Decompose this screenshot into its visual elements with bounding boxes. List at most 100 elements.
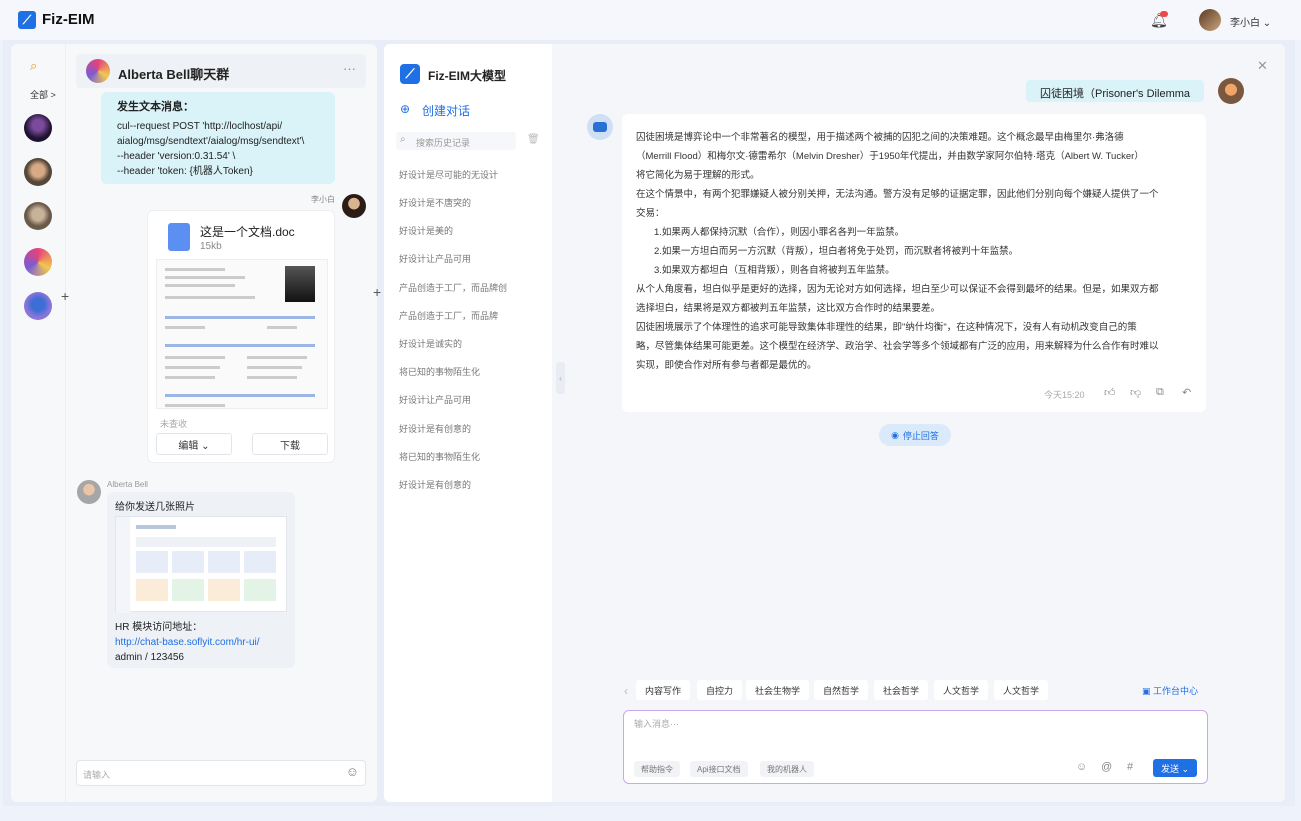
history-item[interactable]: 好设计是不唐突的 [399, 196, 471, 209]
prompt-chip[interactable]: 人文哲学 [994, 680, 1049, 700]
more-icon[interactable]: ··· [343, 61, 356, 76]
close-icon[interactable]: ✕ [1257, 58, 1268, 74]
history-item[interactable]: 好设计是诚实的 [399, 337, 462, 350]
send-button[interactable]: 发送 ⌄ [1153, 759, 1197, 777]
message-composer[interactable]: 输入消息··· 帮助指令 Api接口文档 我的机器人 ☺ @ # 发送 ⌄ [623, 710, 1208, 784]
help-commands-chip[interactable]: 帮助指令 [634, 761, 680, 777]
history-item[interactable]: 将已知的事物陌生化 [399, 365, 480, 378]
history-item[interactable]: 将已知的事物陌生化 [399, 450, 480, 463]
ai-title: Fiz-EIM大模型 [428, 69, 506, 83]
notification-dot [1160, 11, 1168, 17]
workbench-label: 工作台中心 [1153, 686, 1199, 696]
trash-icon[interactable]: 🗑︎ [527, 134, 540, 145]
contact-avatar[interactable] [24, 158, 52, 186]
prompt-chip[interactable]: 自然哲学 [814, 680, 869, 700]
prompt-chip[interactable]: 内容写作 [636, 680, 691, 700]
thumbs-up-icon[interactable]: 👍︎ [1104, 386, 1116, 399]
chat-title: Alberta Bell聊天群 [118, 67, 230, 82]
image-caption: 给你发送几张照片 [115, 502, 195, 513]
history-item[interactable]: 好设计是尽可能的无设计 [399, 168, 498, 181]
chevron-left-icon[interactable]: ‹ [624, 684, 628, 698]
thumb-sidebar [116, 517, 130, 613]
avatar[interactable] [77, 480, 101, 504]
preview-line [165, 344, 315, 347]
thumb-card [244, 551, 276, 573]
prompt-chip[interactable]: 社会哲学 [874, 680, 929, 700]
preview-line [165, 296, 255, 299]
hr-link[interactable]: http://chat-base.soflyit.com/hr-ui/ [115, 635, 260, 650]
thumb-card [244, 579, 276, 601]
history-item[interactable]: 好设计让产品可用 [399, 252, 471, 265]
mention-icon[interactable]: @ [1101, 761, 1112, 773]
prompt-chip[interactable]: 社会生物学 [746, 680, 810, 700]
stop-answer-button[interactable]: ◉ 停止回答 [879, 424, 951, 446]
code-line: --header 'version:0.31.54' \ [117, 151, 236, 162]
answer-line: 2.如果一方坦白而另一方沉默（背叛），坦白者将免于处罚，而沉默者将被判十年监禁。 [654, 246, 1019, 257]
history-item[interactable]: 好设计是美的 [399, 224, 453, 237]
contact-avatar[interactable] [24, 202, 52, 230]
my-bots-chip[interactable]: 我的机器人 [760, 761, 814, 777]
answer-line: 从个人角度看，坦白似乎是更好的选择，因为无论对方如何选择，坦白至少可以保证不会得… [636, 284, 1159, 295]
resize-handle-icon[interactable]: + [373, 284, 381, 300]
stop-icon: ◉ [891, 429, 899, 440]
user-menu[interactable]: 李小白 ⌄ [1230, 14, 1271, 29]
hashtag-icon[interactable]: # [1127, 761, 1133, 773]
filter-all[interactable]: 全部 > [30, 88, 56, 101]
workbench-link[interactable]: ▣ 工作台中心 [1142, 684, 1198, 697]
history-search-placeholder: 搜索历史记录 [416, 138, 471, 148]
collapse-toggle[interactable]: ‹ [556, 362, 565, 394]
compose-placeholder: 输入消息··· [634, 719, 679, 729]
download-button[interactable]: 下载 [252, 433, 328, 455]
chat-input[interactable]: 请输入 ☺ [76, 760, 366, 786]
edit-button[interactable]: 编辑 ⌄ [156, 433, 232, 455]
answer-line: 交易： [636, 208, 665, 219]
plus-icon[interactable]: ⊕ [400, 102, 410, 116]
workspace: ⌕ 全部 > + Alberta Bell聊天群 ··· 发生文本消息： cul… [3, 40, 1295, 806]
thumb-row [136, 537, 276, 547]
image-message-text: HR 模块访问地址： http://chat-base.soflyit.com/… [115, 620, 260, 665]
history-search-input[interactable]: ⌕ 搜索历史记录 [396, 132, 516, 150]
history-item[interactable]: 产品创造于工厂，而品牌 [399, 309, 498, 322]
contact-avatar[interactable] [24, 248, 52, 276]
emoji-icon[interactable]: ☺ [346, 764, 359, 779]
chat-input-placeholder: 请输入 [83, 770, 111, 780]
thumbs-down-icon[interactable]: 👎︎ [1130, 386, 1141, 399]
resize-handle-icon[interactable]: + [61, 288, 69, 304]
robot-icon [587, 114, 613, 140]
code-message-heading: 发生文本消息： [117, 101, 194, 113]
document-icon [168, 223, 190, 251]
sender-name: 李小白 [311, 195, 335, 204]
code-line: aialog/msg/sendtext'/aialog/msg/sendtext… [117, 136, 305, 147]
history-item[interactable]: 好设计让产品可用 [399, 393, 471, 406]
answer-line: 囚徒困境展示了个体理性的追求可能导致集体非理性的结果，即"纳什均衡"，在这种情况… [636, 322, 1137, 333]
avatar[interactable] [1199, 9, 1221, 31]
contact-avatar[interactable] [24, 114, 52, 142]
history-item[interactable]: 好设计是有创意的 [399, 478, 471, 491]
avatar[interactable] [342, 194, 366, 218]
preview-line [267, 326, 297, 329]
answer-line: 选择坦白，结果将是双方都被判五年监禁，这比双方合作时的结果要差。 [636, 303, 941, 314]
share-icon[interactable]: ↶ [1182, 386, 1191, 399]
new-chat-button[interactable]: 创建对话 [422, 102, 470, 119]
preview-line [165, 268, 225, 271]
ai-panel: ⟋ Fiz-EIM大模型 ⊕ 创建对话 ⌕ 搜索历史记录 🗑︎ 好设计是尽可能的… [384, 44, 1285, 802]
prompt-chip[interactable]: 人文哲学 [934, 680, 989, 700]
history-item[interactable]: 好设计是有创意的 [399, 422, 471, 435]
contact-avatar[interactable] [24, 292, 52, 320]
prompt-chip[interactable]: 自控力 [697, 680, 743, 700]
file-message[interactable]: 这是一个文档.doc 15kb 未查收 编辑 ⌄ 下载 [147, 210, 335, 463]
read-status: 未查收 [160, 419, 188, 429]
search-icon[interactable]: ⌕ [30, 58, 37, 74]
api-docs-chip[interactable]: Api接口文档 [690, 761, 748, 777]
answer-line: 3.如果双方都坦白（互相背叛），则各自将被判五年监禁。 [654, 265, 895, 276]
search-icon: ⌕ [400, 134, 406, 145]
emoji-icon[interactable]: ☺ [1076, 761, 1087, 773]
history-item[interactable]: 产品创造于工厂，而品牌创 [399, 281, 507, 294]
answer-line: 1.如果两人都保持沉默（合作），则因小罪名各判一年监禁。 [654, 227, 905, 238]
app-logo-icon: ⟋ [18, 11, 36, 29]
screenshot-image[interactable] [115, 516, 287, 613]
ai-answer: 囚徒困境是博弈论中一个非常著名的模型，用于描述两个被捕的囚犯之间的决策难题。这个… [622, 114, 1206, 412]
answer-line: （Merrill Flood）和梅尔文·德雷希尔（Melvin Dresher）… [636, 151, 1144, 162]
copy-icon[interactable]: ⧉ [1156, 386, 1164, 399]
thumb-card [172, 551, 204, 573]
